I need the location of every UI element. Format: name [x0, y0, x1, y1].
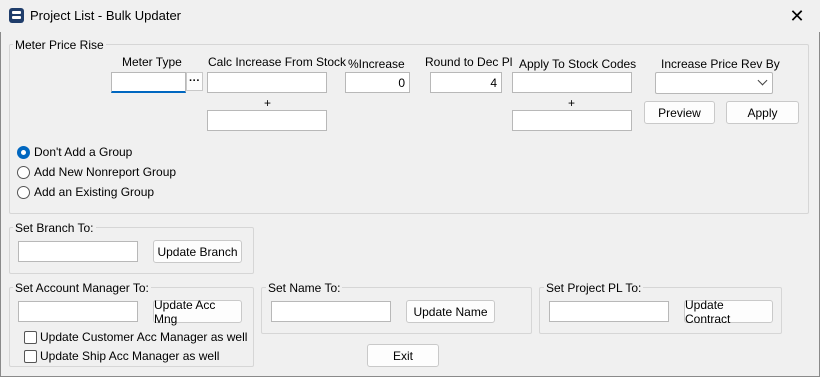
exit-button[interactable]: Exit: [367, 344, 439, 367]
checkbox-box: [24, 349, 37, 363]
radio-indicator: [17, 145, 30, 159]
round-dec-label: Round to Dec Pl: [425, 55, 513, 69]
update-name-button[interactable]: Update Name: [406, 300, 495, 323]
close-button[interactable]: ✕: [774, 0, 820, 32]
chevron-down-icon: [757, 75, 768, 86]
name-input[interactable]: [271, 301, 391, 322]
branch-input[interactable]: [18, 241, 138, 262]
apply-stock-codes-input[interactable]: [512, 72, 632, 93]
set-project-pl-legend: Set Project PL To:: [544, 281, 644, 295]
apply-button[interactable]: Apply: [726, 101, 799, 124]
checkbox-label: Update Customer Acc Manager as well: [40, 330, 248, 344]
pct-increase-label: %Increase: [348, 57, 405, 71]
checkbox-update-customer-acc-manager[interactable]: Update Customer Acc Manager as well: [24, 330, 247, 344]
meter-price-rise-legend: Meter Price Rise: [13, 38, 106, 52]
rev-by-select[interactable]: [655, 72, 773, 94]
radio-dont-add-group[interactable]: Don't Add a Group: [17, 145, 132, 159]
meter-type-input[interactable]: [111, 72, 186, 93]
set-acc-manager-legend: Set Account Manager To:: [13, 281, 151, 295]
checkbox-update-ship-acc-manager[interactable]: Update Ship Acc Manager as well: [24, 349, 219, 363]
update-branch-button[interactable]: Update Branch: [153, 240, 242, 263]
title-bar: Project List - Bulk Updater ✕: [0, 0, 820, 32]
apply-stock-codes-to-input[interactable]: [512, 110, 632, 131]
round-dec-input[interactable]: 4: [430, 72, 502, 93]
apply-stock-codes-label: Apply To Stock Codes: [519, 57, 637, 71]
calc-increase-label: Calc Increase From Stock: [208, 55, 347, 69]
calc-increase-from-input[interactable]: [207, 72, 327, 93]
update-contract-button[interactable]: Update Contract: [684, 298, 773, 326]
radio-label: Add New Nonreport Group: [34, 165, 177, 179]
apply-plus-label: +: [568, 96, 576, 110]
meter-type-label: Meter Type: [122, 55, 182, 69]
acc-manager-input[interactable]: [18, 301, 138, 322]
radio-indicator: [17, 165, 30, 179]
radio-add-new-nonreport-group[interactable]: Add New Nonreport Group: [17, 165, 176, 179]
checkbox-box: [24, 330, 37, 344]
calc-plus-label: +: [264, 96, 272, 110]
radio-add-existing-group[interactable]: Add an Existing Group: [17, 185, 154, 199]
radio-label: Don't Add a Group: [34, 145, 133, 159]
set-branch-legend: Set Branch To:: [13, 221, 96, 235]
checkbox-label: Update Ship Acc Manager as well: [40, 349, 220, 363]
rev-by-label: Increase Price Rev By: [661, 57, 780, 71]
calc-increase-to-input[interactable]: [207, 110, 327, 131]
pct-increase-input[interactable]: 0: [345, 72, 410, 93]
set-name-legend: Set Name To:: [266, 281, 343, 295]
project-pl-input[interactable]: [549, 301, 669, 322]
preview-button[interactable]: Preview: [644, 101, 715, 124]
window-title: Project List - Bulk Updater: [30, 8, 182, 23]
radio-label: Add an Existing Group: [34, 185, 155, 199]
radio-indicator: [17, 185, 30, 199]
app-icon: [9, 8, 24, 23]
meter-type-browse-button[interactable]: ···: [186, 72, 203, 91]
update-acc-mng-button[interactable]: Update Acc Mng: [153, 298, 242, 326]
